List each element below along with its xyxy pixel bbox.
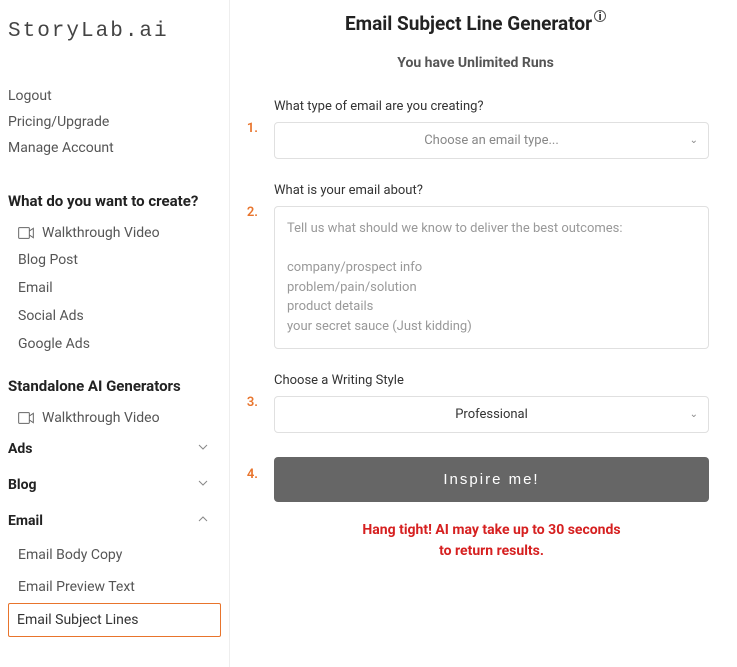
form-row-1: 1. What type of email are you creating? … — [242, 99, 709, 159]
chevron-down-icon: ⌄ — [690, 409, 698, 420]
wait-message: Hang tight! AI may take up to 30 seconds… — [274, 520, 709, 562]
sidebar-item-social-ads[interactable]: Social Ads — [8, 302, 221, 330]
step-number-2: 2. — [242, 183, 258, 220]
email-type-select[interactable]: Choose an email type... ⌄ — [274, 122, 709, 159]
select-placeholder: Choose an email type... — [424, 133, 559, 148]
chevron-down-icon — [195, 475, 211, 495]
chevron-up-icon — [195, 511, 211, 531]
email-about-textarea[interactable]: Tell us what should we know to deliver t… — [274, 206, 709, 349]
chevron-down-icon: ⌄ — [690, 135, 698, 146]
walkthrough-label: Walkthrough Video — [42, 410, 160, 426]
info-icon[interactable]: i — [594, 10, 606, 22]
chevron-down-icon — [195, 439, 211, 459]
sidebar-item-blog-post[interactable]: Blog Post — [8, 246, 221, 274]
logo: StoryLab.ai — [8, 20, 221, 43]
subitem-email-preview[interactable]: Email Preview Text — [8, 571, 221, 603]
manage-account-link[interactable]: Manage Account — [8, 135, 221, 161]
subitem-email-body[interactable]: Email Body Copy — [8, 539, 221, 571]
subitem-email-subject[interactable]: Email Subject Lines — [8, 603, 221, 637]
video-icon — [18, 227, 34, 239]
title-text: Email Subject Line Generator — [345, 12, 592, 35]
logout-link[interactable]: Logout — [8, 83, 221, 109]
email-about-label: What is your email about? — [274, 183, 709, 198]
wait-line-1: Hang tight! AI may take up to 30 seconds — [274, 520, 709, 541]
form-row-3: 3. Choose a Writing Style Professional ⌄ — [242, 373, 709, 433]
accordion-ads[interactable]: Ads — [8, 431, 221, 467]
accordion-label: Email — [8, 513, 43, 529]
inspire-button[interactable]: Inspire me! — [274, 457, 709, 502]
form-row-2: 2. What is your email about? Tell us wha… — [242, 183, 709, 349]
writing-style-select[interactable]: Professional ⌄ — [274, 396, 709, 433]
step-number-1: 1. — [242, 99, 258, 136]
page-title: Email Subject Line Generator i — [242, 12, 709, 35]
video-icon — [18, 412, 34, 424]
create-heading: What do you want to create? — [8, 191, 221, 212]
form-row-4: 4. Inspire me! Hang tight! AI may take u… — [242, 457, 709, 562]
wait-line-2: to return results. — [274, 541, 709, 562]
walkthrough-video-link-2[interactable]: Walkthrough Video — [8, 405, 221, 431]
accordion-email[interactable]: Email — [8, 503, 221, 539]
sidebar-item-email[interactable]: Email — [8, 274, 221, 302]
step-number-4: 4. — [242, 457, 258, 482]
sidebar: StoryLab.ai Logout Pricing/Upgrade Manag… — [0, 0, 230, 667]
runs-subtitle: You have Unlimited Runs — [242, 55, 709, 71]
walkthrough-label: Walkthrough Video — [42, 225, 160, 241]
accordion-label: Ads — [8, 441, 32, 457]
email-type-label: What type of email are you creating? — [274, 99, 709, 114]
pricing-link[interactable]: Pricing/Upgrade — [8, 109, 221, 135]
accordion-label: Blog — [8, 477, 37, 493]
writing-style-label: Choose a Writing Style — [274, 373, 709, 388]
standalone-heading: Standalone AI Generators — [8, 376, 221, 397]
walkthrough-video-link-1[interactable]: Walkthrough Video — [8, 220, 221, 246]
step-number-3: 3. — [242, 373, 258, 410]
select-value: Professional — [455, 407, 528, 422]
account-nav: Logout Pricing/Upgrade Manage Account — [8, 83, 221, 161]
main-content: Email Subject Line Generator i You have … — [230, 0, 737, 667]
accordion-blog[interactable]: Blog — [8, 467, 221, 503]
sidebar-item-google-ads[interactable]: Google Ads — [8, 330, 221, 358]
